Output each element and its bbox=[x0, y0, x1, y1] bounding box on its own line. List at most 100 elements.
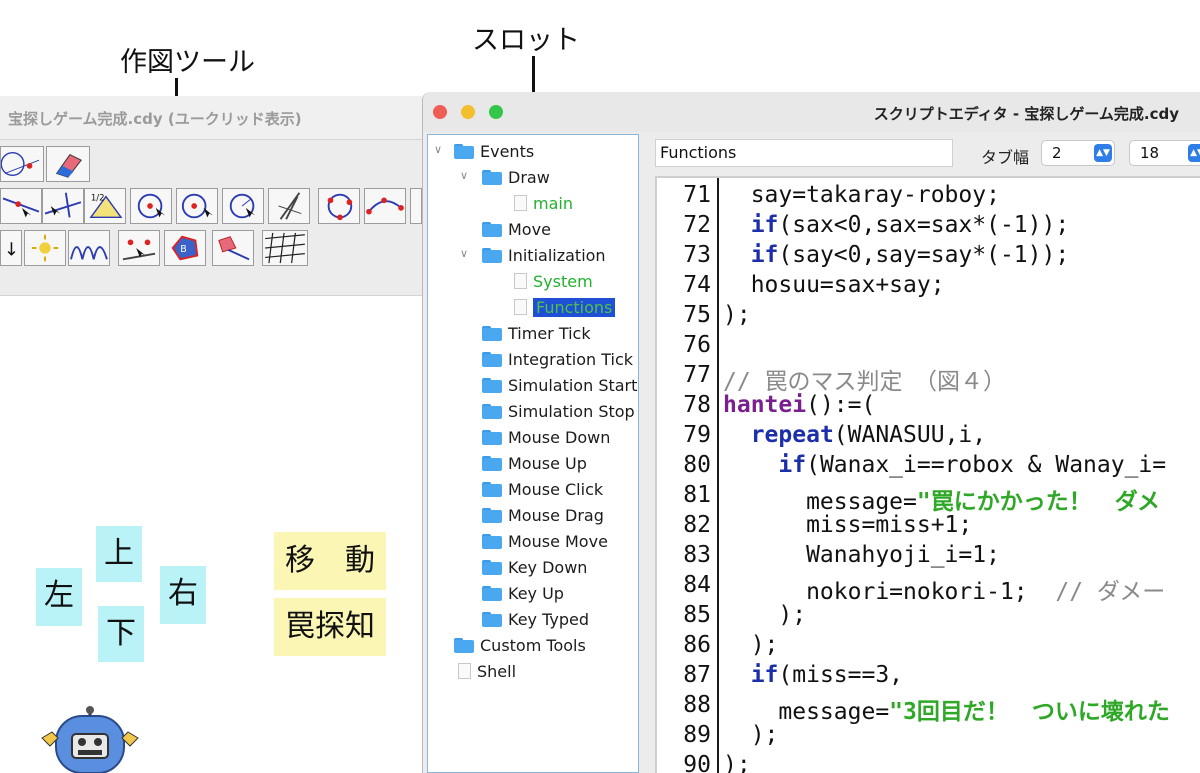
code-line-84: nokori=nokori-1; // ダメー bbox=[723, 579, 1166, 605]
arrow-down-tool-icon[interactable]: ↓ bbox=[0, 230, 22, 266]
circle-by-radius-icon[interactable] bbox=[222, 188, 264, 224]
stepper-icon[interactable]: ▲▼ bbox=[1188, 144, 1200, 162]
line-number: 83 bbox=[683, 542, 711, 568]
svg-text:↓: ↓ bbox=[4, 239, 19, 260]
code-line-75: ); bbox=[723, 302, 751, 328]
line-number: 80 bbox=[683, 452, 711, 478]
circle-3points-icon[interactable] bbox=[318, 188, 360, 224]
annotation-slot: スロット bbox=[472, 25, 580, 56]
chevron-down-icon[interactable]: ∨ bbox=[434, 143, 446, 156]
drawing-window: 宝探しゲーム完成.cdy (ユークリッド表示) 1/2 ↓ B 上 左 右 下 … bbox=[0, 96, 422, 773]
line-number: 74 bbox=[683, 272, 711, 298]
right-button[interactable]: 右 bbox=[160, 566, 206, 624]
drawing-window-titlebar: 宝探しゲーム完成.cdy (ユークリッド表示) bbox=[0, 96, 422, 140]
tree-item-move[interactable]: Move bbox=[482, 217, 551, 241]
polygon-tool-icon[interactable]: B bbox=[164, 230, 206, 266]
tree-item-initialization[interactable]: Initialization bbox=[482, 243, 606, 267]
robot-icon bbox=[40, 706, 140, 773]
line-number: 89 bbox=[683, 722, 711, 748]
code-line-85: ); bbox=[723, 602, 807, 628]
circle-radius-tool-icon[interactable] bbox=[176, 188, 218, 224]
tree-item-shell[interactable]: Shell bbox=[458, 659, 516, 683]
perpendicular-tool-icon[interactable] bbox=[42, 188, 84, 224]
editor-toolbar: Functions タブ幅 2 ▲▼ 18 ▲▼ bbox=[641, 134, 1200, 174]
line-number: 77 bbox=[683, 362, 711, 388]
code-line-89: ); bbox=[723, 722, 779, 748]
line-number: 76 bbox=[683, 332, 711, 358]
tree-item-simulation-start[interactable]: Simulation Start bbox=[482, 373, 637, 397]
tree-item-mouse-click[interactable]: Mouse Click bbox=[482, 477, 603, 501]
move-button[interactable]: 移 動 bbox=[274, 532, 386, 590]
line-number: 85 bbox=[683, 602, 711, 628]
line-tool-icon[interactable] bbox=[0, 188, 42, 224]
folder-icon bbox=[482, 325, 502, 341]
circle-center-tool-icon[interactable] bbox=[130, 188, 172, 224]
chevron-down-icon[interactable]: ∨ bbox=[460, 169, 472, 182]
code-editor[interactable]: 71 72 73 74 75 76 77 78 79 80 81 82 83 84 85 86 87 88 89 90… bbox=[655, 176, 1200, 773]
tree-item-mouse-down[interactable]: Mouse Down bbox=[482, 425, 610, 449]
grid-tool-icon[interactable] bbox=[262, 230, 308, 266]
line-number-gutter: 71 72 73 74 75 76 77 78 79 80 81 82 83 84 85 86 87 88 89 90 bbox=[657, 178, 719, 773]
line-number: 81 bbox=[683, 482, 711, 508]
tree-item-mouse-up[interactable]: Mouse Up bbox=[482, 451, 587, 475]
line-number: 88 bbox=[683, 692, 711, 718]
tree-item-mouse-drag[interactable]: Mouse Drag bbox=[482, 503, 604, 527]
line-number: 72 bbox=[683, 212, 711, 238]
tree-item-key-down[interactable]: Key Down bbox=[482, 555, 587, 579]
tree-item-custom-tools[interactable]: Custom Tools bbox=[454, 633, 586, 657]
folder-icon bbox=[482, 169, 502, 185]
code-line-81: message="罠にかかった！ ダメ bbox=[723, 489, 1161, 515]
tree-item-integration-tick[interactable]: Integration Tick bbox=[482, 347, 633, 371]
close-dot[interactable] bbox=[433, 105, 447, 119]
transform-tool-icon[interactable] bbox=[212, 230, 254, 266]
eraser-tool-icon[interactable] bbox=[46, 146, 90, 182]
tree-item-key-typed[interactable]: Key Typed bbox=[482, 607, 589, 631]
chevron-down-icon[interactable]: ∨ bbox=[460, 247, 472, 260]
minimize-dot[interactable] bbox=[461, 105, 475, 119]
stepper-icon[interactable]: ▲▼ bbox=[1094, 144, 1112, 162]
folder-icon bbox=[482, 585, 502, 601]
midpoint-tool-icon[interactable]: 1/2 bbox=[84, 188, 126, 224]
code-line-90: ); bbox=[723, 752, 751, 773]
circle-point-tool-icon[interactable] bbox=[0, 146, 44, 182]
font-size-select[interactable]: 18 ▲▼ bbox=[1129, 140, 1200, 166]
function-plot-tool-icon[interactable] bbox=[68, 230, 110, 266]
more-tool-icon[interactable] bbox=[410, 188, 422, 224]
tree-item-system[interactable]: System bbox=[514, 269, 593, 293]
arc-tool-icon[interactable] bbox=[364, 188, 406, 224]
tree-item-main[interactable]: main bbox=[514, 191, 573, 215]
line-number: 87 bbox=[683, 662, 711, 688]
zoom-dot[interactable] bbox=[489, 105, 503, 119]
light-tool-icon[interactable] bbox=[24, 230, 66, 266]
folder-icon bbox=[482, 559, 502, 575]
annotation-drawing-tools: 作図ツール bbox=[120, 47, 255, 78]
left-button[interactable]: 左 bbox=[36, 568, 82, 626]
down-button[interactable]: 下 bbox=[98, 606, 144, 662]
tab-width-select[interactable]: 2 ▲▼ bbox=[1041, 140, 1115, 166]
trap-detect-button[interactable]: 罠探知 bbox=[274, 598, 386, 656]
compass-tool-icon[interactable] bbox=[268, 188, 310, 224]
folder-icon bbox=[482, 507, 502, 523]
code-line-74: hosuu=sax+say; bbox=[723, 272, 945, 298]
tree-item-events[interactable]: Events bbox=[454, 139, 534, 163]
code-line-73: if(say<0,say=say*(-1)); bbox=[750, 242, 1070, 268]
folder-icon bbox=[482, 533, 502, 549]
code-line-79: repeat(WANASUU,i, bbox=[750, 422, 987, 448]
folder-icon bbox=[482, 611, 502, 627]
tool-palette: 1/2 ↓ B bbox=[0, 140, 422, 296]
folder-icon bbox=[454, 143, 474, 159]
reflect-tool-icon[interactable] bbox=[118, 230, 160, 266]
tree-item-functions[interactable]: Functions bbox=[514, 295, 616, 319]
tree-item-key-up[interactable]: Key Up bbox=[482, 581, 564, 605]
drawing-window-title: 宝探しゲーム完成.cdy (ユークリッド表示) bbox=[8, 110, 302, 128]
file-icon bbox=[458, 663, 471, 679]
code-line-71: say=takaray-roboy; bbox=[723, 182, 1000, 208]
tree-item-timer-tick[interactable]: Timer Tick bbox=[482, 321, 591, 345]
slot-name-field[interactable]: Functions bbox=[655, 139, 953, 167]
code-line-72: if(sax<0,sax=sax*(-1)); bbox=[750, 212, 1070, 238]
tree-item-draw[interactable]: Draw bbox=[482, 165, 550, 189]
code-line-87: if(miss==3, bbox=[750, 662, 904, 688]
up-button[interactable]: 上 bbox=[96, 526, 142, 582]
tree-item-simulation-stop[interactable]: Simulation Stop bbox=[482, 399, 635, 423]
tree-item-mouse-move[interactable]: Mouse Move bbox=[482, 529, 608, 553]
